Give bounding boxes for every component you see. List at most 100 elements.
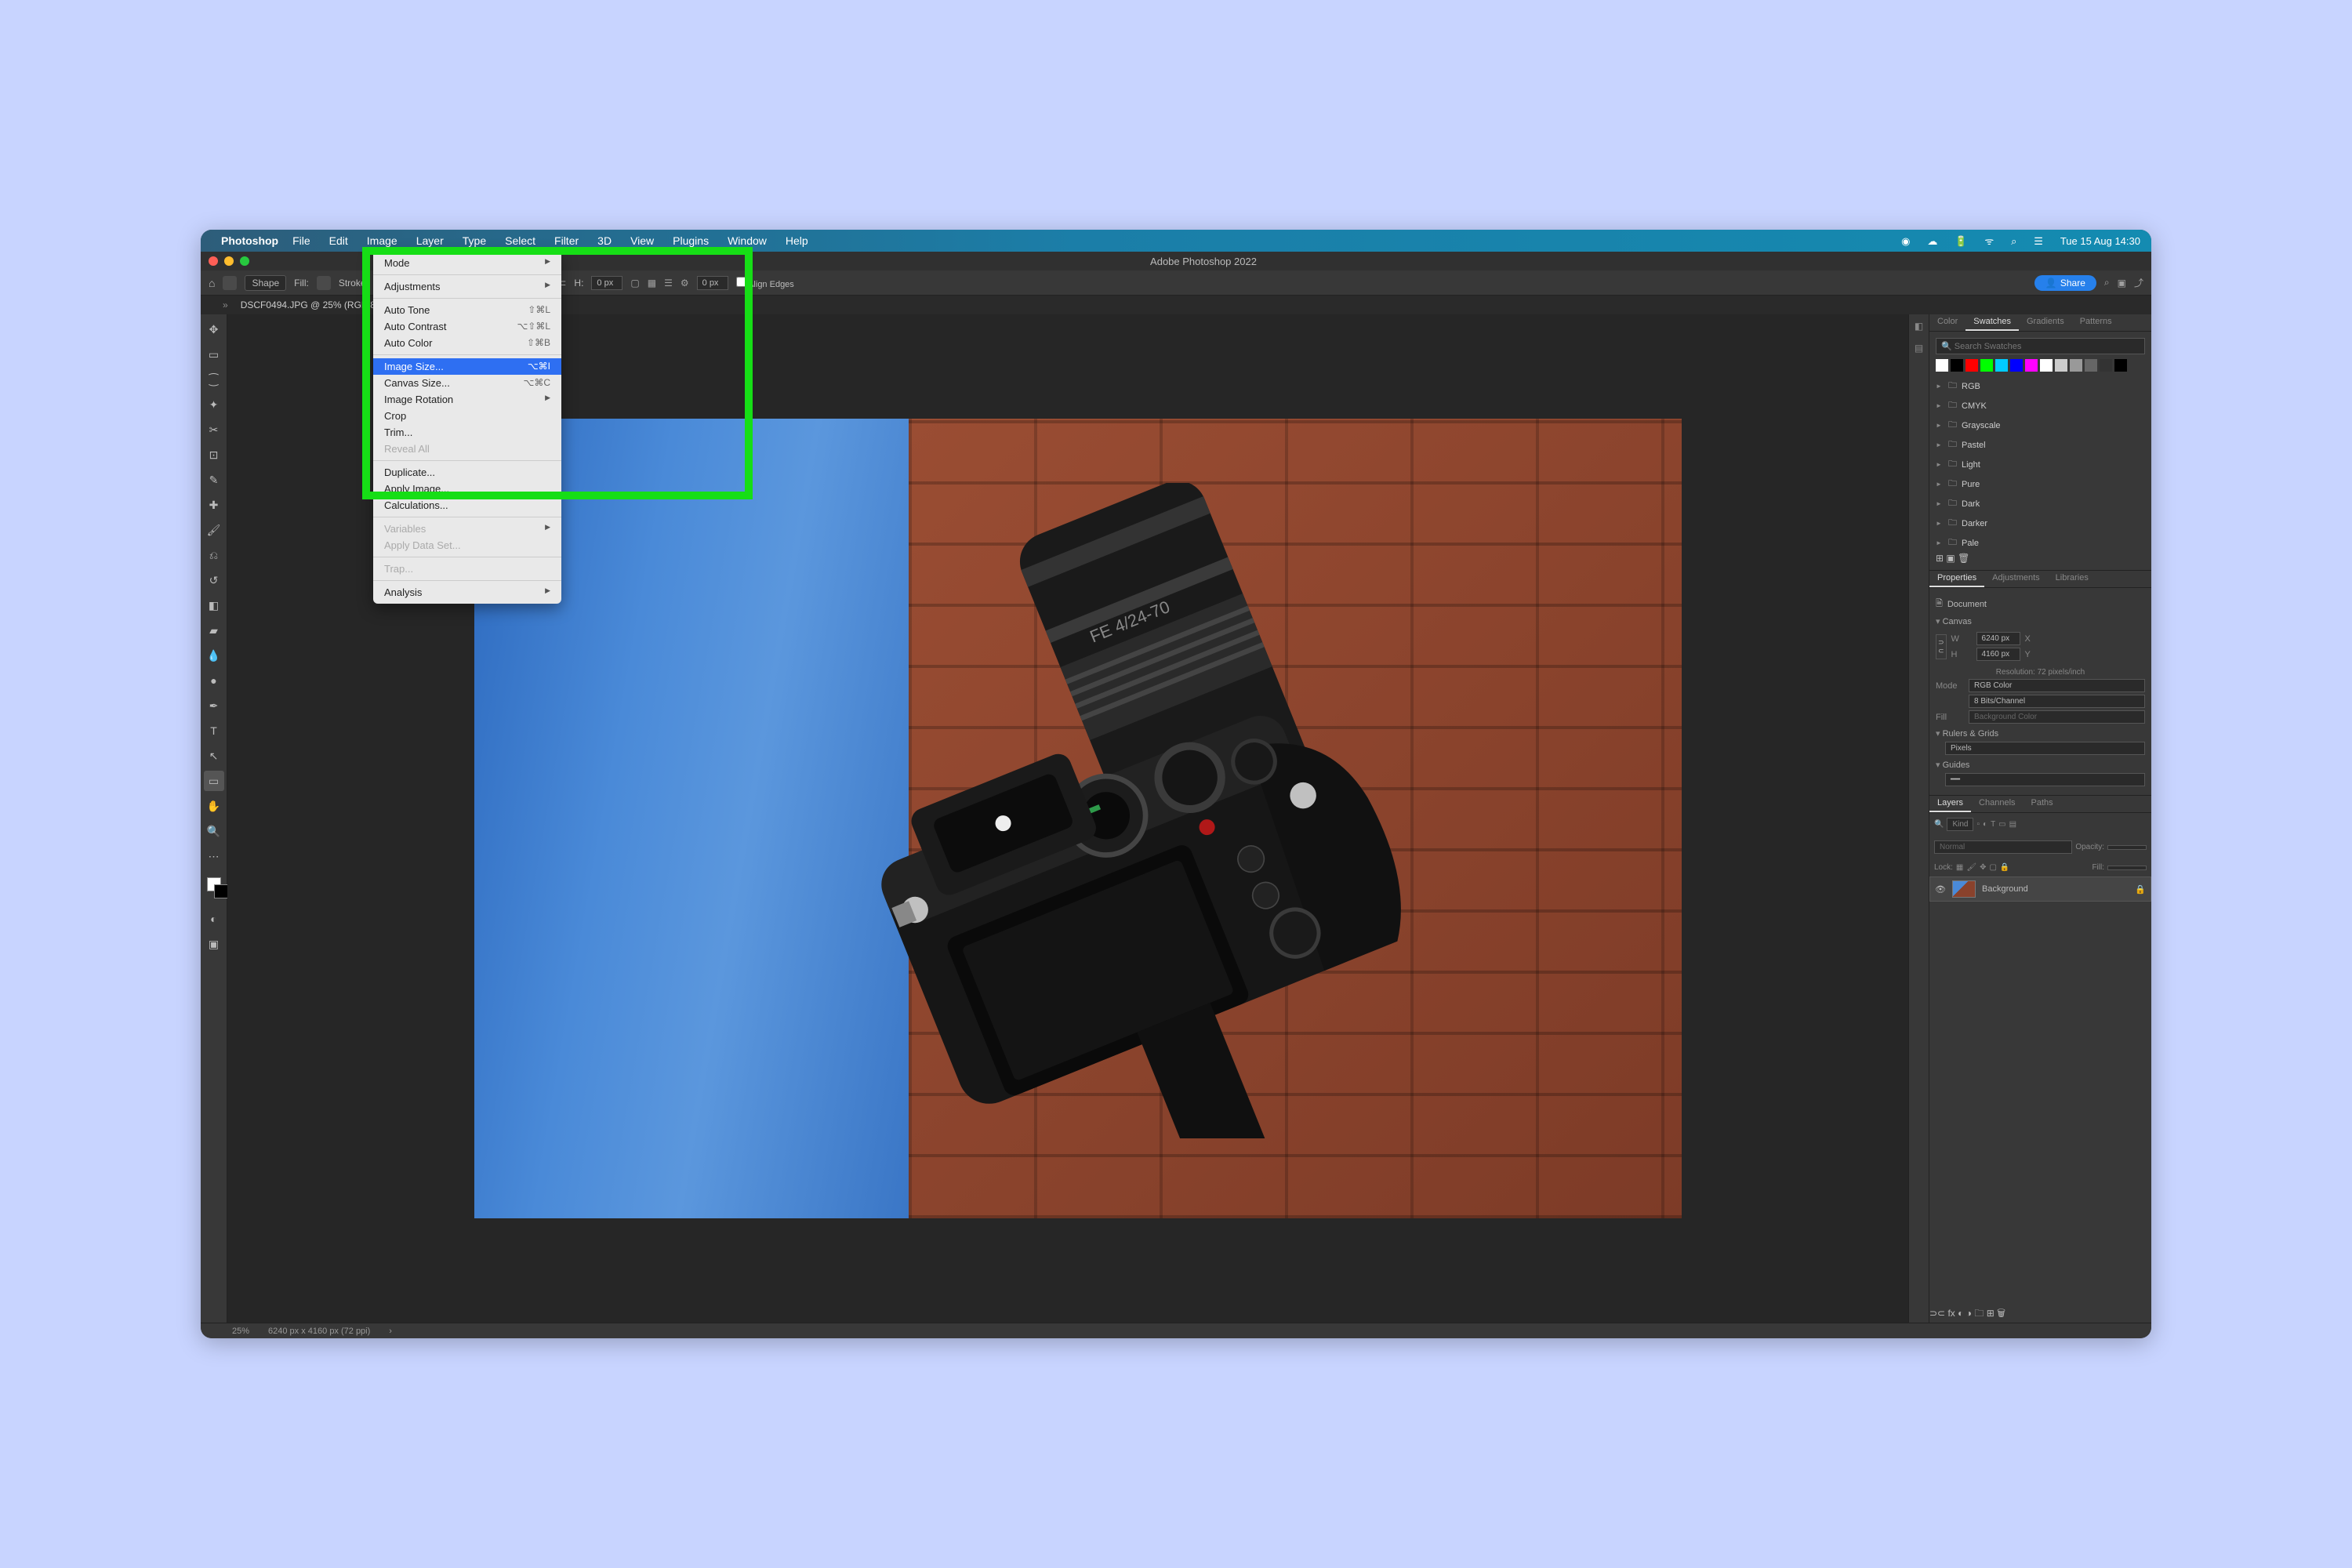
move-tool-icon[interactable]: ✥ — [204, 319, 224, 339]
adj-layer-icon[interactable]: ◑ — [1966, 1308, 1972, 1319]
menu-edit[interactable]: Edit — [329, 234, 348, 247]
stamp-tool-icon[interactable]: ⎌ — [204, 545, 224, 565]
control-center-icon[interactable]: ☰ — [2034, 235, 2043, 247]
menu-select[interactable]: Select — [505, 234, 535, 247]
swatch[interactable] — [2114, 359, 2127, 372]
crop-tool-icon[interactable]: ✂ — [204, 419, 224, 440]
tab-color[interactable]: Color — [1929, 314, 1965, 331]
new-layer-icon[interactable]: ⊞ — [1987, 1308, 1994, 1319]
tab-gradients[interactable]: Gradients — [2019, 314, 2072, 331]
tab-libraries[interactable]: Libraries — [2048, 571, 2096, 587]
swatch-folder[interactable]: 🗀 Light — [1936, 455, 2145, 474]
menu-item-adjustments[interactable]: Adjustments — [373, 278, 561, 295]
menu-image[interactable]: Image — [367, 234, 397, 247]
menu-plugins[interactable]: Plugins — [673, 234, 709, 247]
lock-pos-icon[interactable]: ✥ — [1980, 863, 1986, 872]
filter-pixel-icon[interactable]: ▫ — [1976, 820, 1980, 829]
eyedropper-tool-icon[interactable]: ✎ — [204, 470, 224, 490]
menu-help[interactable]: Help — [786, 234, 808, 247]
canvas-fill-select[interactable]: Background Color — [1969, 710, 2145, 724]
record-icon[interactable]: ◉ — [1901, 235, 1910, 247]
swatch-folder[interactable]: 🗀 Darker — [1936, 514, 2145, 533]
lock-all-icon[interactable]: 🔒 — [2000, 863, 2009, 872]
layer-thumbnail[interactable] — [1952, 880, 1976, 898]
collapsed-panel-icon[interactable]: ▤ — [1915, 343, 1923, 354]
lock-trans-icon[interactable]: ▦ — [1956, 863, 1963, 872]
menu-item-image-size[interactable]: Image Size...⌥⌘I — [373, 358, 561, 375]
marquee-tool-icon[interactable]: ▭ — [204, 344, 224, 365]
search-ps-icon[interactable]: ⌕ — [2104, 277, 2110, 289]
canvas-width-field[interactable]: 6240 px — [1976, 632, 2020, 645]
menu-filter[interactable]: Filter — [554, 234, 579, 247]
tab-layers[interactable]: Layers — [1929, 796, 1971, 812]
tab-swatches[interactable]: Swatches — [1965, 314, 2019, 331]
swatch-folder[interactable]: 🗀 CMYK — [1936, 396, 2145, 416]
height-field[interactable]: 0 px — [591, 276, 622, 290]
swatch[interactable] — [1980, 359, 1993, 372]
tab-paths[interactable]: Paths — [2024, 796, 2061, 812]
filter-adj-icon[interactable]: ◐ — [1983, 820, 1987, 829]
color-mode-select[interactable]: RGB Color — [1969, 679, 2145, 692]
layer-row[interactable]: 👁 Background 🔒 — [1929, 877, 2151, 902]
swatch[interactable] — [1936, 359, 1948, 372]
menubar-clock[interactable]: Tue 15 Aug 14:30 — [2060, 235, 2140, 247]
menu-item-crop[interactable]: Crop — [373, 408, 561, 424]
path-tool-icon[interactable]: ↖ — [204, 746, 224, 766]
swatch[interactable] — [2025, 359, 2038, 372]
menu-item-apply-image[interactable]: Apply Image... — [373, 481, 561, 497]
expand-tabs-icon[interactable]: » — [223, 299, 228, 310]
menu-view[interactable]: View — [630, 234, 654, 247]
menu-item-auto-tone[interactable]: Auto Tone⇧⌘L — [373, 302, 561, 318]
quickmask-icon[interactable]: ◐ — [204, 909, 224, 929]
path-align-icon[interactable]: ▦ — [648, 278, 656, 289]
wifi-icon[interactable]: ᯤ — [1984, 235, 1994, 247]
layer-style-icon[interactable]: fx — [1947, 1308, 1955, 1319]
link-layers-icon[interactable]: ⊃⊂ — [1929, 1308, 1945, 1319]
minimize-window-button[interactable] — [224, 256, 234, 266]
swatch-folder[interactable]: 🗀 Pastel — [1936, 435, 2145, 455]
swatch[interactable] — [1995, 359, 2008, 372]
swatch[interactable] — [1951, 359, 1963, 372]
path-arrange-icon[interactable]: ☰ — [664, 278, 673, 289]
menu-item-image-rotation[interactable]: Image Rotation — [373, 391, 561, 408]
type-tool-icon[interactable]: T — [204, 720, 224, 741]
ruler-units-select[interactable]: Pixels — [1945, 742, 2145, 755]
menu-item-auto-contrast[interactable]: Auto Contrast⌥⇧⌘L — [373, 318, 561, 335]
swatches-search-input[interactable]: 🔍 Search Swatches — [1936, 338, 2145, 354]
dodge-tool-icon[interactable]: ● — [204, 670, 224, 691]
menu-item-canvas-size[interactable]: Canvas Size...⌥⌘C — [373, 375, 561, 391]
screenmode-icon[interactable]: ▣ — [204, 934, 224, 954]
menu-item-analysis[interactable]: Analysis — [373, 584, 561, 601]
layer-name[interactable]: Background — [1982, 884, 2028, 894]
gear-icon[interactable]: ⚙ — [681, 278, 689, 289]
link-dims-icon[interactable]: ⊃⊂ — [1936, 634, 1947, 659]
align-edges-checkbox[interactable] — [736, 277, 746, 287]
layer-visibility-icon[interactable]: 👁 — [1935, 884, 1946, 895]
canvas-section-label[interactable]: Canvas — [1936, 616, 2145, 626]
tab-patterns[interactable]: Patterns — [2072, 314, 2120, 331]
frame-tool-icon[interactable]: ⊡ — [204, 445, 224, 465]
lock-paint-icon[interactable]: 🖌 — [1966, 863, 1976, 872]
swatch-folder[interactable]: 🗀 Grayscale — [1936, 416, 2145, 435]
menu-window[interactable]: Window — [728, 234, 767, 247]
menu-item-duplicate[interactable]: Duplicate... — [373, 464, 561, 481]
export-icon[interactable]: ⤴ — [2134, 276, 2143, 289]
zoom-tool-icon[interactable]: 🔍 — [204, 821, 224, 841]
menu-3d[interactable]: 3D — [597, 234, 612, 247]
cc-icon[interactable]: ☁ — [1927, 235, 1937, 247]
swatch[interactable] — [2100, 359, 2112, 372]
lasso-tool-icon[interactable]: ⁐ — [204, 369, 224, 390]
tab-properties[interactable]: Properties — [1929, 571, 1984, 587]
path-ops-icon[interactable]: ▢ — [630, 278, 639, 289]
canvas-height-field[interactable]: 4160 px — [1976, 648, 2020, 661]
layer-group-icon[interactable]: 🗀 — [1974, 1308, 1984, 1319]
guides-section-label[interactable]: Guides — [1936, 760, 2145, 770]
rectangle-tool-icon[interactable]: ▭ — [204, 771, 224, 791]
menu-item-auto-color[interactable]: Auto Color⇧⌘B — [373, 335, 561, 351]
menu-layer[interactable]: Layer — [416, 234, 444, 247]
swatch[interactable] — [2055, 359, 2067, 372]
pen-tool-icon[interactable]: ✒ — [204, 695, 224, 716]
tool-preset-icon[interactable] — [223, 276, 237, 290]
rulers-section-label[interactable]: Rulers & Grids — [1936, 728, 2145, 739]
share-button[interactable]: 👤Share — [2034, 275, 2096, 291]
